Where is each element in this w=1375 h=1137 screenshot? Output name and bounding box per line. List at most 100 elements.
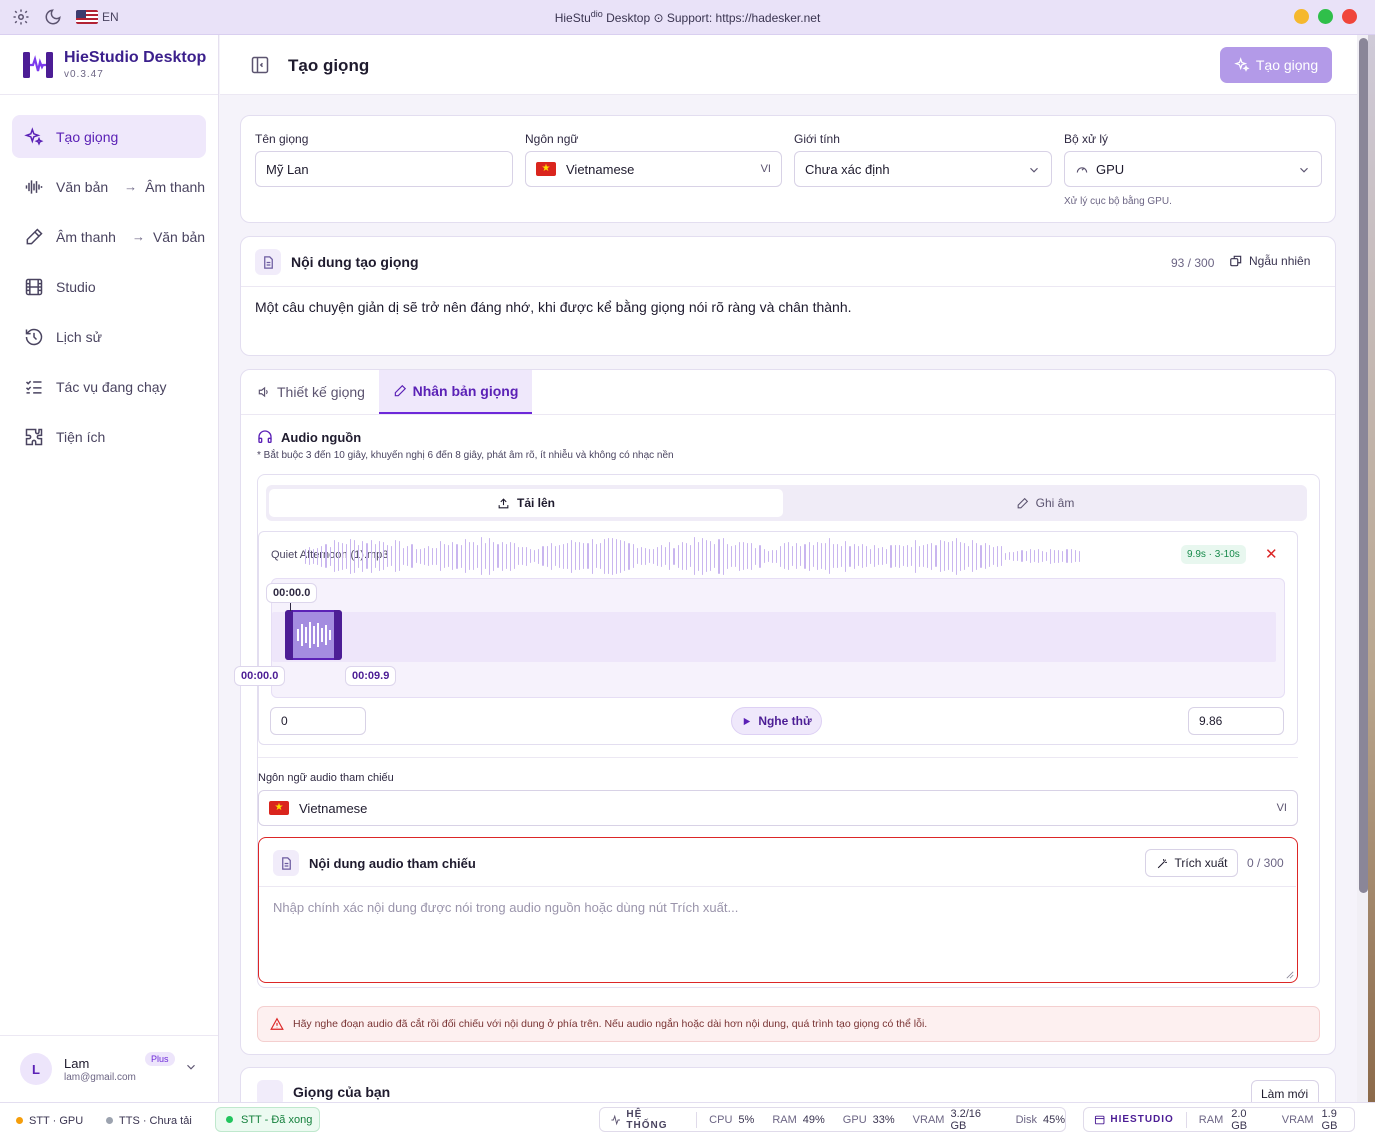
user-account[interactable]: L Lam lam@gmail.com Plus <box>0 1035 218 1102</box>
waveform-bar <box>914 539 917 573</box>
waveform-bar <box>468 542 470 570</box>
waveform-bar <box>763 549 765 563</box>
waveform-bar <box>648 549 650 563</box>
reference-char-count: 0 / 300 <box>1247 856 1284 870</box>
status-bar: STT · GPU TTS · Chưa tải STT - Đã xong H… <box>0 1102 1375 1137</box>
selection-start-handle[interactable] <box>285 610 293 660</box>
waveform-bar <box>898 544 900 568</box>
sidebar-item-speech-to-text[interactable]: Âm thanh → Văn bản <box>12 215 206 258</box>
resize-handle-icon[interactable] <box>1286 971 1294 979</box>
vram-value: 3.2/16 GB <box>950 1107 982 1132</box>
vram-label: VRAM <box>912 1113 945 1126</box>
scrollbar-thumb[interactable] <box>1359 38 1368 893</box>
app-vram-value: 1.9 GB <box>1321 1107 1338 1132</box>
waveform-bar <box>374 544 376 568</box>
voice-name-label: Tên giọng <box>255 132 309 146</box>
waveform-bar <box>726 543 728 569</box>
reference-language-select[interactable]: ★ Vietnamese VI <box>258 790 1298 826</box>
stt-done-badge[interactable]: STT - Đã xong <box>215 1107 320 1132</box>
refresh-button[interactable]: Làm mới <box>1251 1080 1319 1102</box>
play-preview-button[interactable]: Nghe thử <box>731 707 822 735</box>
waveform-bar <box>456 543 458 569</box>
waveform-bar <box>910 546 912 566</box>
language-value: Vietnamese <box>566 161 635 177</box>
maximize-button[interactable] <box>1318 9 1333 24</box>
voice-name-input[interactable]: Mỹ Lan <box>255 151 513 187</box>
waveform-bar <box>575 542 577 570</box>
processor-label: Bộ xử lý <box>1064 132 1109 146</box>
chevron-down-icon[interactable] <box>184 1060 198 1074</box>
waveform-bar <box>362 540 364 572</box>
waveform-bar <box>329 546 331 566</box>
language-select[interactable]: ★ Vietnamese VI <box>525 151 782 187</box>
waveform-bar <box>497 544 499 568</box>
extract-button[interactable]: Trích xuất <box>1145 849 1238 877</box>
reference-text-box: Nội dung audio tham chiếu Trích xuất 0 /… <box>258 837 1298 983</box>
waveform-bar <box>734 545 736 567</box>
end-time-input[interactable]: 9.86 <box>1188 707 1284 735</box>
sidebar-item-utilities[interactable]: Tiện ích <box>12 415 206 458</box>
waveform-bar <box>706 540 708 572</box>
vietnam-flag-icon: ★ <box>269 801 289 815</box>
waveform-bar <box>869 548 872 564</box>
sidebar-item-label: Lịch sử <box>56 328 102 345</box>
waveform-bar <box>902 546 904 566</box>
sidebar-item-text-to-speech[interactable]: Văn bản → Âm thanh <box>12 165 206 208</box>
waveform-bar <box>1000 546 1003 566</box>
waveform-bar <box>607 538 610 574</box>
waveform-bar <box>419 548 421 564</box>
sidebar-item-running-tasks[interactable]: Tác vụ đang chạy <box>12 365 206 408</box>
waveform-bar <box>718 538 720 574</box>
waveform-bar <box>1062 550 1064 562</box>
selection-end-handle[interactable] <box>334 610 342 660</box>
content-textarea[interactable]: Một câu chuyện giản dị sẽ trở nên đáng n… <box>255 299 1315 315</box>
sidebar-toggle-icon[interactable] <box>250 55 270 75</box>
tab-voice-design[interactable]: Thiết kế giọng <box>257 370 365 414</box>
start-time-input[interactable]: 0 <box>270 707 366 735</box>
source-audio-title: Audio nguồn <box>281 429 362 445</box>
remove-file-button[interactable]: ✕ <box>1265 545 1278 563</box>
selection-end-time-tag: 00:09.9 <box>345 666 397 686</box>
random-button[interactable]: Ngẫu nhiên <box>1229 254 1310 268</box>
waveform-bar <box>472 542 474 570</box>
reference-language-value: Vietnamese <box>299 800 368 816</box>
selection-region[interactable] <box>285 610 342 660</box>
sidebar-item-create-voice[interactable]: Tạo giọng <box>12 115 206 158</box>
create-voice-button[interactable]: Tạo giọng <box>1220 47 1332 83</box>
tab-voice-clone[interactable]: Nhân bản giọng <box>379 370 532 414</box>
cpu-value: 5% <box>738 1113 755 1126</box>
gauge-icon <box>1076 167 1088 173</box>
sidebar-item-history[interactable]: Lịch sử <box>12 315 206 358</box>
waveform-bar <box>812 545 814 567</box>
waveform-bar <box>509 541 511 571</box>
waveform-bar <box>595 544 597 568</box>
upload-icon <box>498 497 509 508</box>
waveform-bar <box>579 542 581 570</box>
processor-select[interactable]: GPU <box>1064 151 1322 187</box>
waveform-area[interactable] <box>271 578 1285 698</box>
reference-textarea[interactable]: Nhập chính xác nội dung được nói trong a… <box>273 900 738 915</box>
waveform-bar <box>1050 548 1052 564</box>
voice-clone-card: Thiết kế giọng Nhân bản giọng Audio nguồ… <box>240 369 1336 1055</box>
gender-value: Chưa xác định <box>805 161 890 177</box>
waveform-bar <box>448 545 450 567</box>
waveform-bar <box>894 545 896 567</box>
sidebar-item-label: Tiện ích <box>56 428 106 445</box>
waveform-bar <box>1021 550 1023 562</box>
close-window-button[interactable] <box>1342 9 1357 24</box>
waveform-bar <box>743 542 745 570</box>
file-text-icon <box>273 850 299 876</box>
duration-badge: 9.9s · 3-10s <box>1181 545 1246 564</box>
minimize-button[interactable] <box>1294 9 1309 24</box>
record-tab[interactable]: Ghi âm <box>783 489 1307 517</box>
app-ram-label: RAM <box>1198 1113 1224 1126</box>
waveform-bar <box>1033 550 1035 562</box>
waveform-bar <box>591 538 593 574</box>
waveform-bar <box>882 547 884 565</box>
audio-waveform-icon <box>25 179 43 194</box>
upload-tab[interactable]: Tải lên <box>269 489 783 517</box>
waveform-bar <box>677 544 679 568</box>
sidebar-item-studio[interactable]: Studio <box>12 265 206 308</box>
waveform-bar <box>755 547 757 565</box>
gender-select[interactable]: Chưa xác định <box>794 151 1052 187</box>
